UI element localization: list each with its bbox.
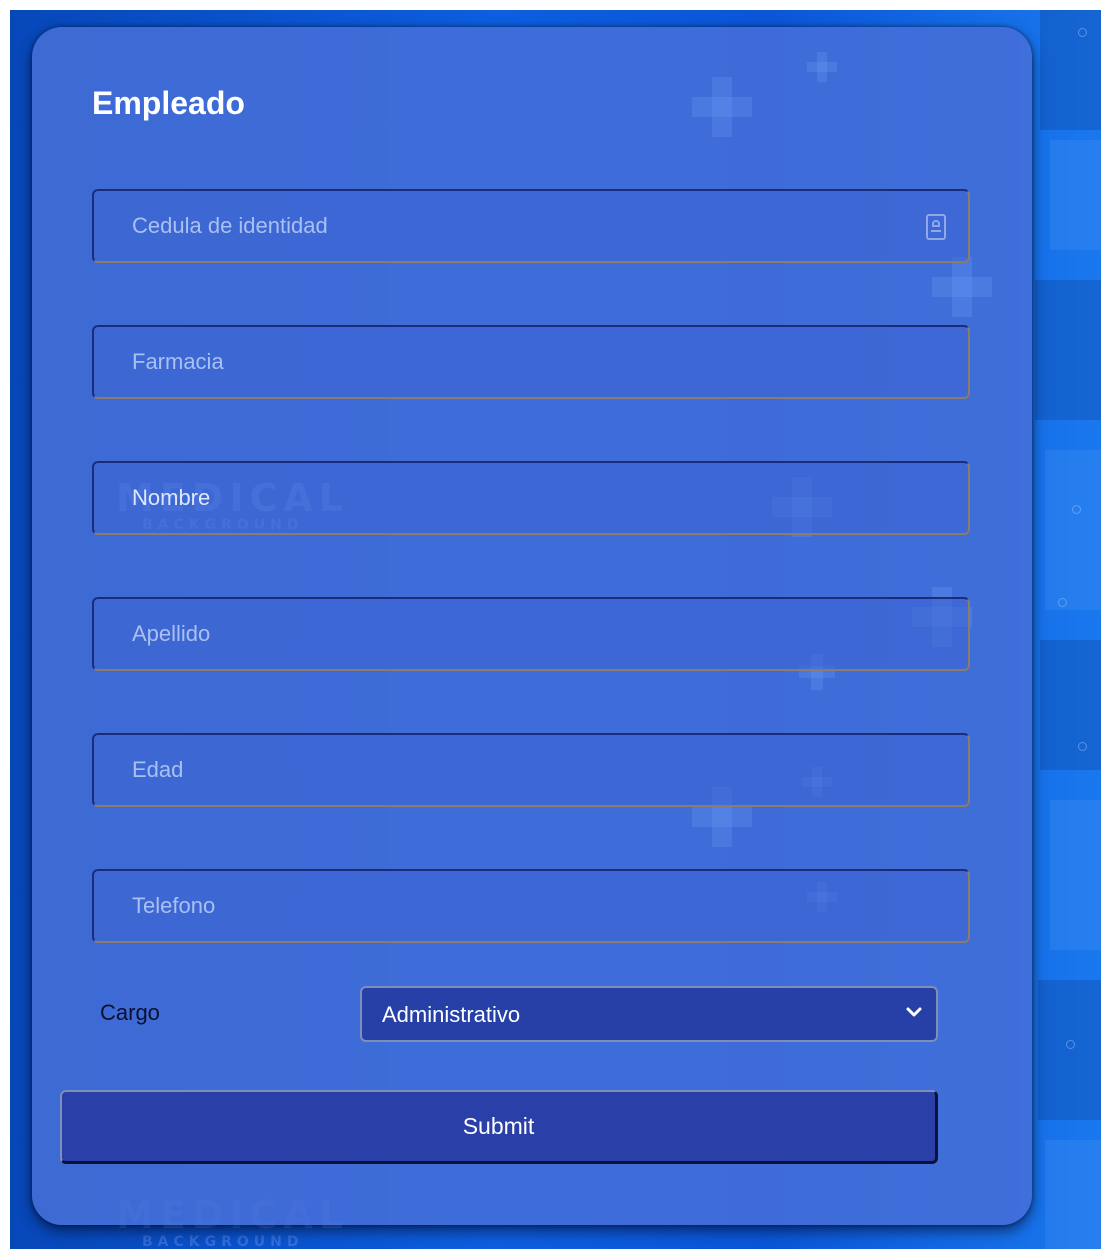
bg-tile — [1045, 1140, 1101, 1249]
telefono-input[interactable] — [94, 871, 968, 941]
nombre-field — [92, 461, 970, 535]
bg-cross — [807, 52, 837, 82]
cargo-label: Cargo — [100, 1000, 160, 1025]
bg-tile — [1045, 450, 1101, 610]
edad-input[interactable] — [94, 735, 968, 805]
bg-dot — [1078, 742, 1087, 751]
bg-tile — [1050, 800, 1101, 950]
bg-dot — [1066, 1040, 1075, 1049]
bg-tile — [1040, 640, 1101, 770]
bg-tile — [1038, 980, 1101, 1120]
bg-dot — [1072, 505, 1081, 514]
bg-cross — [932, 257, 992, 317]
chevron-down-icon — [904, 1002, 924, 1022]
bg-dot — [1058, 598, 1067, 607]
bg-dot — [1078, 28, 1087, 37]
cedula-input[interactable] — [94, 191, 968, 261]
apellido-input[interactable] — [94, 599, 968, 669]
edad-field — [92, 733, 970, 807]
page-top-margin — [0, 0, 1101, 10]
farmacia-input[interactable] — [94, 327, 968, 397]
bg-tile — [1035, 280, 1101, 420]
cargo-selected-value: Administrativo — [382, 1002, 521, 1027]
form-title: Empleado — [92, 85, 245, 121]
telefono-field — [92, 869, 970, 943]
bg-tile — [1040, 10, 1101, 130]
employee-form-card: MEDICAL BACKGROUND Empleado — [32, 27, 1032, 1225]
cedula-field — [92, 189, 970, 263]
cargo-select[interactable]: Administrativo — [360, 986, 938, 1042]
page-left-margin — [0, 0, 10, 1249]
id-card-icon — [926, 214, 946, 240]
nombre-input[interactable] — [94, 463, 968, 533]
apellido-field — [92, 597, 970, 671]
submit-button[interactable]: Submit — [60, 1090, 938, 1164]
bg-tile — [1050, 140, 1101, 250]
bg-cross — [692, 77, 752, 137]
farmacia-field — [92, 325, 970, 399]
